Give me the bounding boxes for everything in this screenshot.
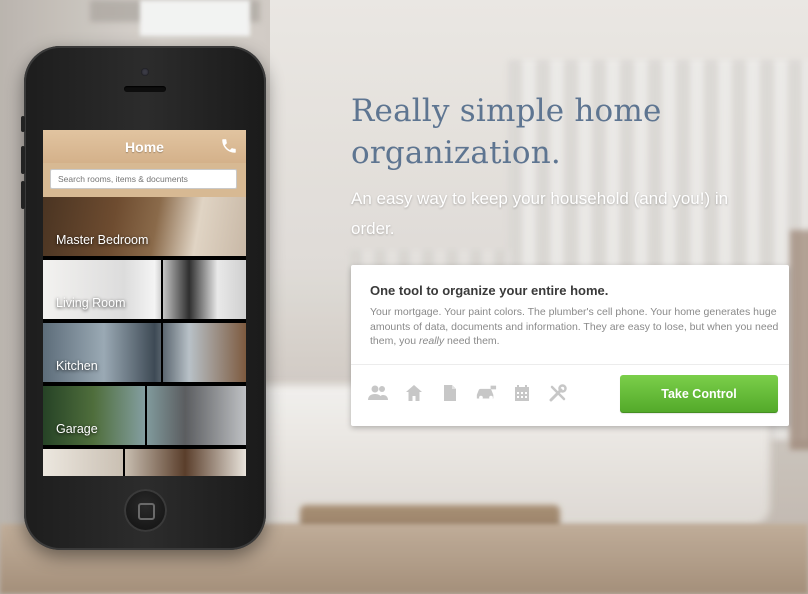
tools-icon <box>547 382 569 404</box>
room-label: Master Bedroom <box>56 233 149 247</box>
app-header: Home <box>43 130 246 163</box>
feature-card: One tool to organize your entire home. Y… <box>351 265 789 426</box>
car-icon <box>475 382 497 404</box>
card-title: One tool to organize your entire home. <box>370 283 609 298</box>
room-item-living-room[interactable]: Living Room <box>43 260 246 321</box>
card-description: Your mortgage. Your paint colors. The pl… <box>370 305 780 349</box>
room-item-kitchen[interactable]: Kitchen <box>43 323 246 384</box>
card-description-text-end: need them. <box>444 335 500 347</box>
home-button[interactable] <box>124 489 167 532</box>
house-icon <box>403 382 425 404</box>
room-item-master-bedroom[interactable]: Master Bedroom <box>43 197 246 258</box>
room-label: Living Room <box>56 296 126 310</box>
camera-icon <box>141 68 149 76</box>
search-input[interactable] <box>50 169 237 189</box>
document-icon <box>439 382 461 404</box>
page-headline: Really simple home organization. <box>351 93 662 171</box>
room-label: Kitchen <box>56 359 98 373</box>
phone-screen: Home Master Bedroom Living Room Kitchen … <box>43 130 246 476</box>
card-divider <box>351 364 789 365</box>
people-icon <box>367 382 389 404</box>
room-item-garage[interactable]: Garage <box>43 386 246 447</box>
speaker-grille <box>124 86 166 92</box>
take-control-button[interactable]: Take Control <box>620 375 778 413</box>
page-subheadline: An easy way to keep your household (and … <box>351 189 729 238</box>
room-item-dining[interactable] <box>43 449 246 476</box>
app-title: Home <box>125 139 164 155</box>
card-description-emphasis: really <box>419 335 445 347</box>
feature-icon-row <box>367 381 569 405</box>
search-bar <box>43 163 246 197</box>
calendar-icon <box>511 382 533 404</box>
phone-mockup: Home Master Bedroom Living Room Kitchen … <box>21 46 266 550</box>
phone-icon[interactable] <box>220 137 238 155</box>
room-label: Garage <box>56 422 98 436</box>
